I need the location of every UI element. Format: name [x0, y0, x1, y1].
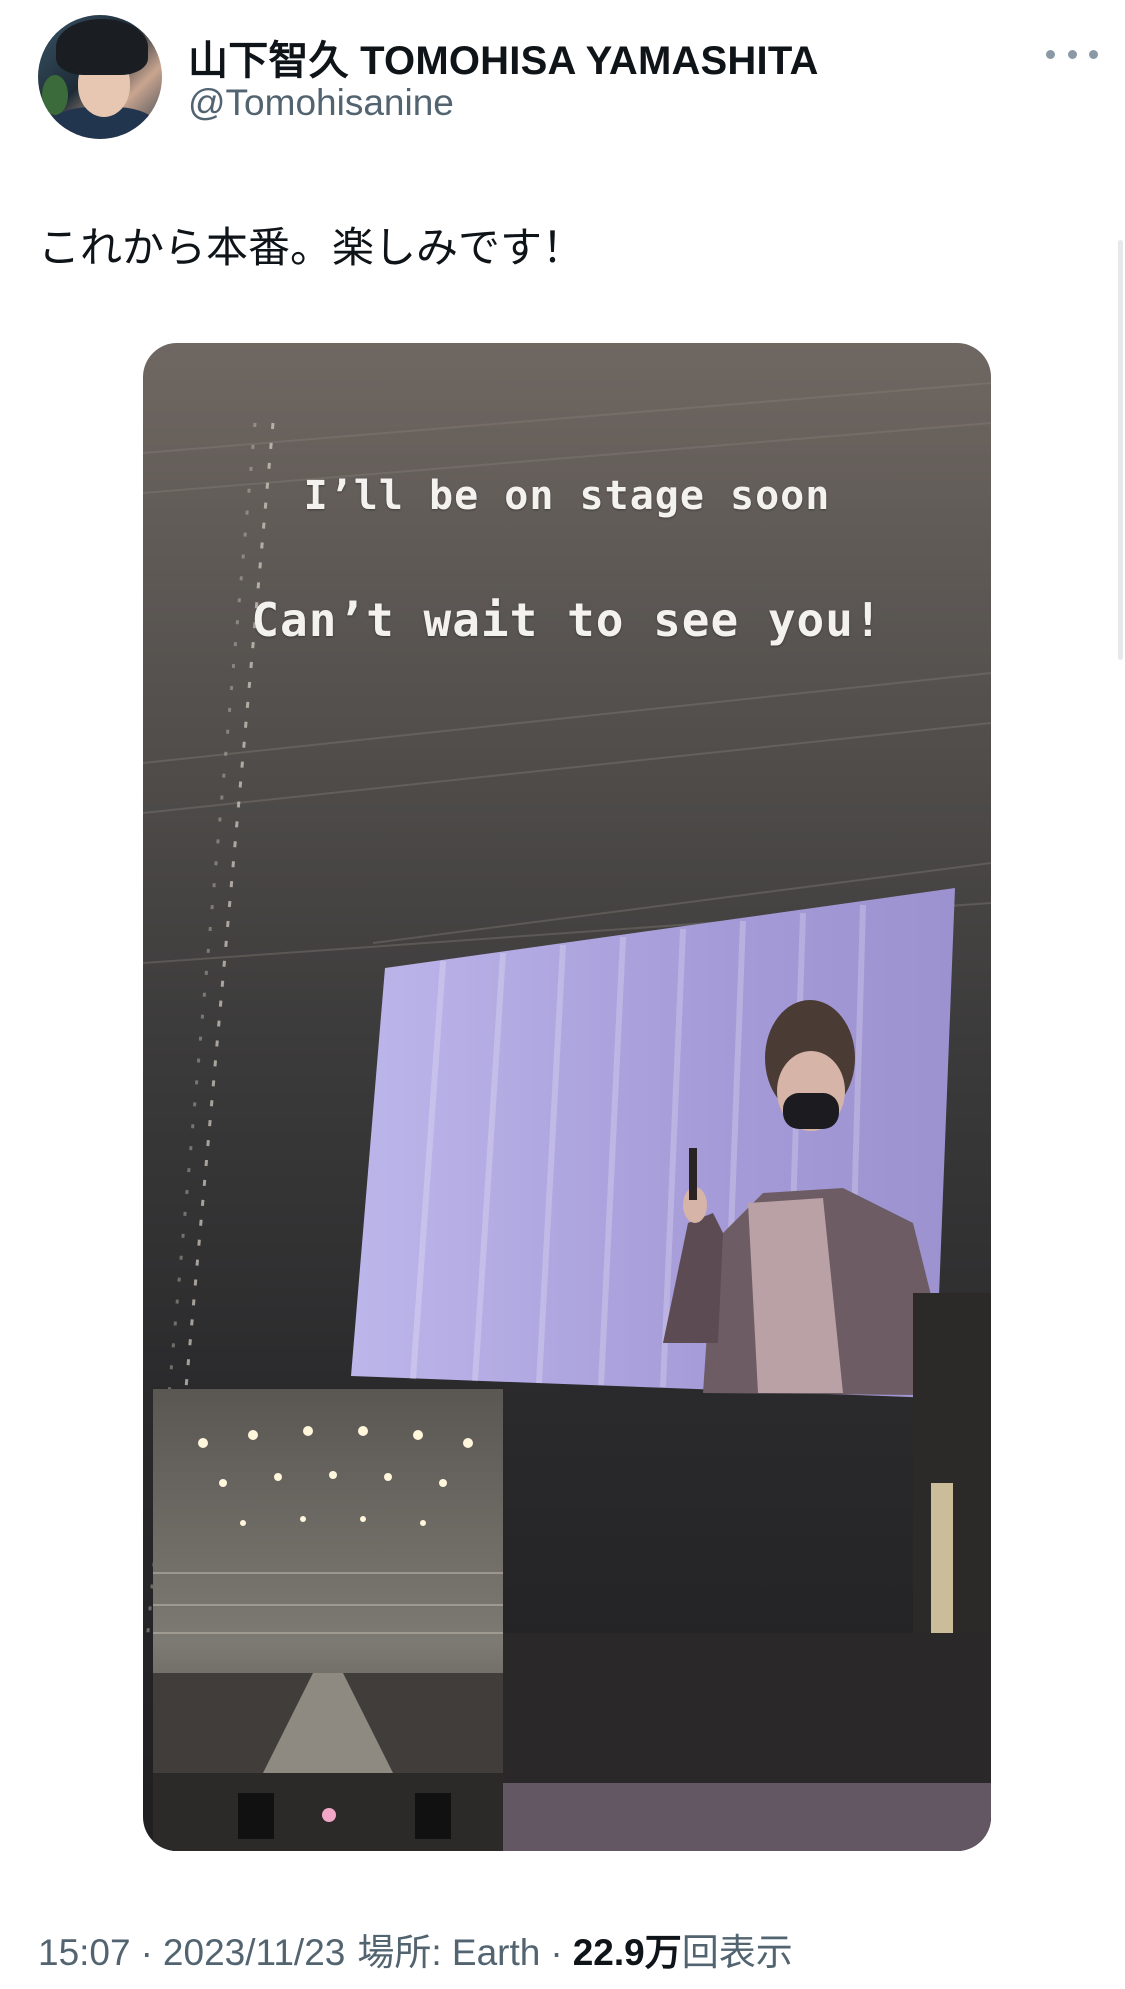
tweet-date[interactable]: 2023/11/23 — [163, 1932, 345, 1974]
views-label: 回表示 — [681, 1932, 793, 1973]
meta-separator: · — [140, 1932, 153, 1973]
story-caption-line-1: I’ll be on stage soon — [303, 473, 831, 519]
hall-speaker-left — [238, 1793, 274, 1839]
more-dot — [1046, 49, 1055, 59]
tweet-text: これから本番。楽しみです！ — [38, 224, 585, 271]
tweet-location[interactable]: 場所: Earth — [357, 1922, 540, 1976]
ceiling-truss — [143, 382, 991, 964]
tweet-meta: 15:07 · 2023/11/23 場所: Earth · 22.9万 回表示 — [38, 1922, 793, 1976]
story-caption-line-2: Can’t wait to see you! — [251, 593, 883, 647]
more-horizontal-icon[interactable] — [1046, 38, 1098, 70]
author-handle[interactable]: @Tomohisanine — [188, 82, 454, 124]
stage-photo-illustration — [143, 382, 991, 1851]
avatar[interactable] — [38, 15, 162, 139]
views-count[interactable]: 22.9万 — [573, 1922, 682, 1976]
tweet-header: 山下智久 TOMOHISA YAMASHITA @Tomohisanine — [0, 0, 1125, 150]
author-display-name[interactable]: 山下智久 TOMOHISA YAMASHITA — [188, 28, 819, 86]
tweet-time[interactable]: 15:07 — [38, 1932, 131, 1974]
more-dot — [1067, 49, 1077, 59]
scrollbar[interactable] — [1118, 240, 1123, 660]
meta-separator: · — [550, 1932, 563, 1973]
hall-stage-prop — [322, 1808, 336, 1822]
stage-floor-edge — [503, 1783, 991, 1851]
avatar-hair — [56, 19, 148, 75]
avatar-leaf-decoration — [42, 75, 68, 115]
tweet-media-image[interactable]: I’ll be on stage soon Can’t wait to see … — [143, 343, 991, 1851]
more-dot — [1089, 49, 1098, 59]
hall-speaker-right — [415, 1793, 451, 1839]
